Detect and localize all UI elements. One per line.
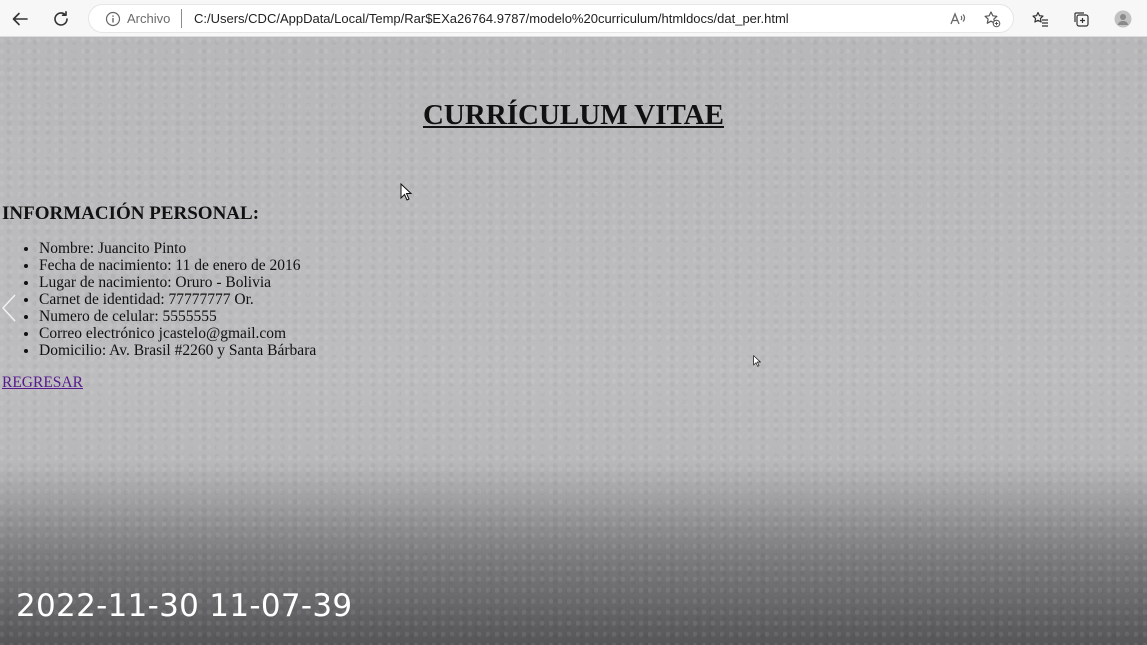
mouse-cursor-icon [400, 183, 412, 201]
back-icon [12, 12, 28, 26]
list-item: Fecha de nacimiento: 11 de enero de 2016 [39, 257, 316, 274]
read-aloud-icon[interactable] [949, 10, 967, 28]
info-icon[interactable] [105, 11, 121, 27]
list-item: Lugar de nacimiento: Oruro - Bolivia [39, 274, 316, 291]
url-text[interactable]: C:/Users/CDC/AppData/Local/Temp/Rar$EXa2… [194, 11, 789, 26]
timestamp-overlay: 2022-11-30 11-07-39 [16, 588, 353, 624]
refresh-button[interactable] [46, 4, 76, 34]
collections-icon [1074, 12, 1089, 27]
list-item: Domicilio: Av. Brasil #2260 y Santa Bárb… [39, 342, 316, 359]
refresh-icon [54, 11, 68, 26]
add-favorite-icon[interactable] [983, 10, 1001, 28]
back-button[interactable] [5, 4, 35, 34]
mouse-cursor-icon [753, 355, 761, 367]
chevron-left-icon[interactable] [1, 293, 17, 323]
back-link[interactable]: REGRESAR [2, 374, 83, 392]
profile-button[interactable] [1108, 4, 1138, 34]
favorites-icon [1032, 11, 1048, 27]
list-item: Carnet de identidad: 77777777 Or. [39, 291, 316, 308]
personal-info-list: Nombre: Juancito Pinto Fecha de nacimien… [0, 240, 316, 359]
list-item: Correo electrónico jcastelo@gmail.com [39, 325, 316, 342]
address-separator [181, 9, 182, 28]
collections-button[interactable] [1066, 4, 1096, 34]
list-item: Numero de celular: 5555555 [39, 308, 316, 325]
page-content: CURRÍCULUM VITAE INFORMACIÓN PERSONAL: N… [0, 37, 1147, 645]
list-item: Nombre: Juancito Pinto [39, 240, 316, 257]
address-scheme: Archivo [127, 11, 171, 26]
section-heading: INFORMACIÓN PERSONAL: [2, 203, 260, 224]
page-title: CURRÍCULUM VITAE [422, 99, 725, 131]
favorites-button[interactable] [1025, 4, 1055, 34]
address-bar[interactable]: Archivo C:/Users/CDC/AppData/Local/Temp/… [88, 4, 1014, 33]
profile-icon [1114, 10, 1132, 28]
browser-toolbar: Archivo C:/Users/CDC/AppData/Local/Temp/… [0, 0, 1147, 37]
